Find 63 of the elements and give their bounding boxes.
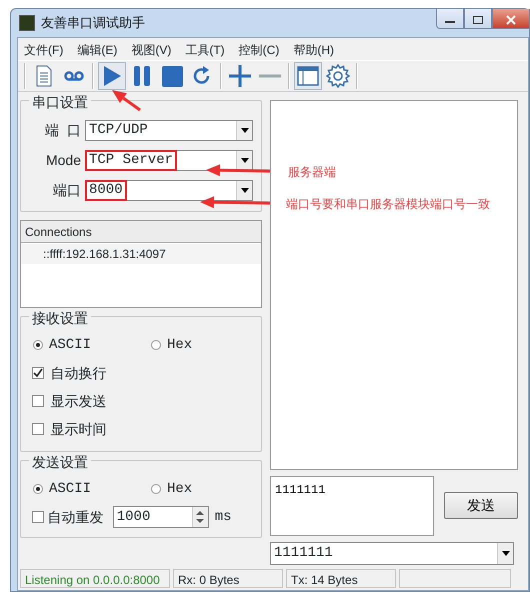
record-icon — [63, 70, 85, 82]
menu-item[interactable]: 视图(V) — [131, 41, 172, 57]
menu-item[interactable]: 文件(F) — [24, 41, 64, 57]
arrow — [112, 90, 141, 112]
interval-spinner[interactable]: 1000 — [112, 506, 209, 528]
play-icon — [102, 65, 122, 87]
field-label: Mode — [44, 150, 81, 170]
port-combo[interactable]: 8000 — [85, 180, 253, 200]
menu-item[interactable]: 控制(C) — [238, 41, 280, 57]
status-pane: Rx: 0 Bytes — [173, 569, 283, 588]
history-combo[interactable]: 1111111 — [270, 542, 514, 565]
column-header: Connections — [21, 221, 261, 243]
refresh-icon — [192, 66, 212, 86]
radio-option[interactable]: ASCII — [29, 475, 147, 503]
connection-item[interactable]: ::ffff:192.168.1.31:4097 — [21, 244, 261, 264]
radio-option[interactable]: Hex — [147, 475, 247, 503]
caret-icon — [240, 158, 248, 162]
maximize-icon — [472, 14, 484, 25]
status-pane: Listening on 0.0.0.0:8000 — [20, 569, 170, 588]
field-label: 端 口 — [44, 120, 81, 140]
unit-label: ms — [214, 508, 232, 526]
arrow — [200, 196, 270, 208]
play-button[interactable] — [98, 62, 126, 90]
menu-item[interactable]: 编辑(E) — [77, 41, 118, 57]
field-label: 端口 — [52, 180, 81, 200]
send-button[interactable]: 发送 — [444, 492, 518, 519]
port-combo[interactable]: TCP Server — [85, 150, 253, 170]
settings-button[interactable] — [324, 62, 352, 90]
caret-icon — [240, 128, 248, 132]
checkbox-option[interactable]: 自动换行 — [29, 359, 253, 387]
menu-item[interactable]: 工具(T) — [185, 41, 225, 57]
document-icon — [35, 65, 53, 87]
checkbox-option[interactable]: 显示时间 — [29, 415, 253, 443]
minus-icon — [259, 74, 281, 78]
window-button[interactable] — [294, 62, 322, 90]
annotation-text: 服务器端 — [288, 164, 336, 181]
app-icon — [19, 15, 35, 31]
caret-icon — [240, 188, 248, 192]
close-icon — [505, 14, 517, 25]
stop-icon — [162, 66, 182, 86]
maximize-button[interactable] — [464, 9, 492, 29]
radio-option[interactable]: Hex — [147, 331, 247, 359]
close-button[interactable] — [492, 9, 530, 29]
status-pane: Tx: 14 Bytes — [286, 569, 396, 588]
arrow — [206, 164, 270, 176]
caret-icon — [502, 551, 510, 556]
spin-arrows-icon — [196, 510, 204, 524]
checkbox-option[interactable]: 显示发送 — [29, 387, 253, 415]
port-combo[interactable]: TCP/UDP — [85, 120, 253, 140]
plus-icon — [229, 65, 251, 87]
menu-item[interactable]: 帮助(H) — [293, 41, 334, 57]
receive-area[interactable] — [270, 100, 518, 470]
minimize-button[interactable] — [436, 9, 464, 29]
pause-icon — [133, 65, 151, 87]
checkbox-option[interactable]: 自动重发 — [32, 506, 104, 528]
settings-icon — [326, 64, 350, 88]
check-icon — [33, 368, 44, 378]
plus-button[interactable] — [226, 62, 254, 90]
window-title: 友善串口调试助手 — [41, 14, 145, 32]
send-input[interactable]: 1111111 — [270, 476, 434, 536]
radio-option[interactable]: ASCII — [29, 331, 147, 359]
annotation-text: 端口号要和串口服务器模块端口号一致 — [286, 196, 490, 213]
window-icon — [297, 66, 319, 86]
